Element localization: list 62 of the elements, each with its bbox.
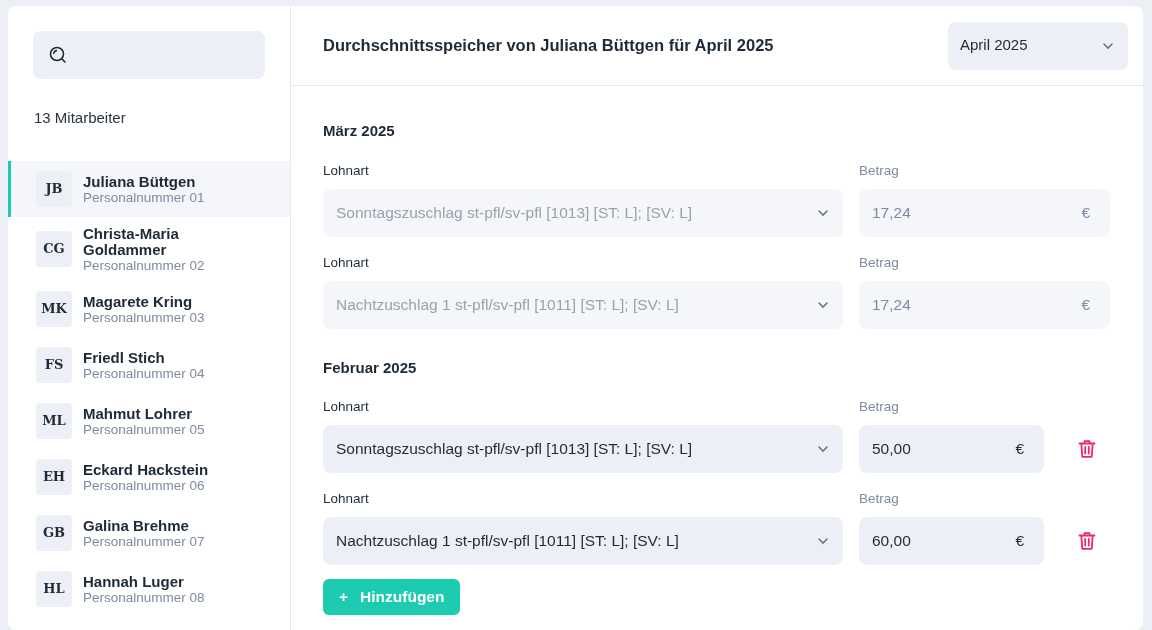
- employee-item[interactable]: ML Mahmut Lohrer Personalnummer 05: [8, 393, 290, 449]
- currency-symbol: €: [1081, 294, 1090, 315]
- employee-item[interactable]: JB Juliana Büttgen Personalnummer 01: [8, 161, 290, 217]
- employee-count: 13 Mitarbeiter: [34, 109, 126, 126]
- chevron-down-icon: [817, 300, 829, 309]
- currency-symbol: €: [1081, 202, 1090, 223]
- field-label: Lohnart: [323, 491, 370, 507]
- employee-item[interactable]: FS Friedl Stich Personalnummer 04: [8, 337, 290, 393]
- employee-number: Personalnummer 02: [83, 257, 206, 273]
- employee-item[interactable]: EH Eckard Hackstein Personalnummer 06: [8, 449, 290, 505]
- section-title: März 2025: [323, 121, 396, 141]
- search-icon: [48, 45, 68, 65]
- avatar: FS: [36, 347, 72, 383]
- trash-icon[interactable]: [1078, 531, 1096, 551]
- employee-name: Friedl Stich: [83, 349, 166, 366]
- amount-field[interactable]: 50,00 €: [859, 425, 1044, 473]
- trash-icon[interactable]: [1078, 439, 1096, 459]
- employee-name: Magarete Kring: [83, 293, 194, 310]
- amount-field[interactable]: 60,00 €: [859, 517, 1044, 565]
- employee-name: Juliana Büttgen: [83, 173, 197, 190]
- avatar: CG: [36, 231, 72, 267]
- employee-number: Personalnummer 01: [83, 189, 205, 205]
- employee-number: Personalnummer 06: [83, 477, 206, 493]
- employee-number: Personalnummer 03: [83, 309, 205, 325]
- wage-type-select[interactable]: Sonntagszuschlag st-pfl/sv-pfl [1013] [ST: L]; [SV: L]: [323, 425, 843, 473]
- employee-name: Galina Brehme: [83, 517, 190, 534]
- field-label: Lohnart: [323, 254, 370, 271]
- field-label: Betrag: [859, 491, 900, 507]
- avatar: ML: [36, 403, 72, 439]
- avatar: JB: [36, 171, 72, 207]
- avatar: HL: [36, 571, 72, 607]
- employee-item[interactable]: MK Magarete Kring Personalnummer 03: [8, 281, 290, 337]
- avatar: GB: [36, 515, 72, 551]
- employee-number: Personalnummer 05: [83, 421, 205, 437]
- avatar: EH: [36, 459, 72, 495]
- chevron-down-icon: [817, 537, 829, 545]
- field-label: Betrag: [859, 162, 900, 179]
- employee-item[interactable]: CG Christa-Maria Goldammer Personalnummer 02: [8, 217, 290, 281]
- employee-item[interactable]: GB Galina Brehme Personalnummer 07: [8, 505, 290, 561]
- employee-name: Mahmut Lohrer: [83, 405, 194, 422]
- month-select[interactable]: April 2025: [948, 21, 1128, 70]
- chevron-down-icon: [817, 445, 829, 453]
- avatar: MK: [36, 291, 72, 327]
- employee-name: Christa-Maria Goldammer: [83, 225, 180, 258]
- employee-item[interactable]: HL Hannah Luger Personalnummer 08: [8, 561, 290, 617]
- page-title: Durchschnittsspeicher von Juliana Büttgen für April 2025: [323, 35, 774, 57]
- wage-type-select[interactable]: Nachtzuschlag 1 st-pfl/sv-pfl [1011] [ST: L]; [SV: L]: [323, 517, 843, 565]
- employee-number: Personalnummer 04: [83, 365, 205, 381]
- field-label: Lohnart: [323, 162, 370, 179]
- employee-number: Personalnummer 08: [83, 589, 205, 605]
- search-field[interactable]: [33, 31, 265, 79]
- field-label: Betrag: [859, 399, 900, 415]
- currency-symbol: €: [1015, 531, 1024, 552]
- employee-number: Personalnummer 07: [83, 533, 205, 549]
- employee-name: Eckard Hackstein: [83, 461, 209, 478]
- chevron-down-icon: [1102, 41, 1114, 50]
- chevron-down-icon: [817, 208, 829, 217]
- employee-name: Hannah Luger: [83, 573, 185, 590]
- section-title: Februar 2025: [323, 357, 418, 378]
- field-label: Lohnart: [323, 399, 370, 415]
- currency-symbol: €: [1015, 439, 1024, 460]
- field-label: Betrag: [859, 254, 900, 271]
